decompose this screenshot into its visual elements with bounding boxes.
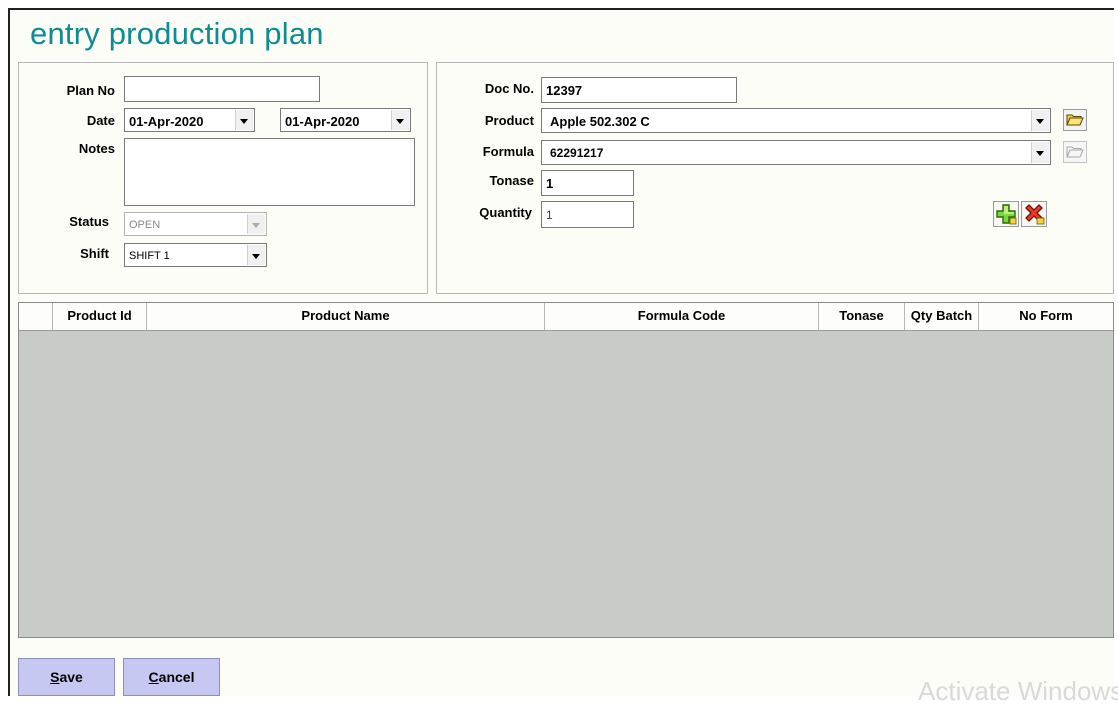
browse-product-button[interactable] [1063,109,1087,131]
doc-no-label: Doc No. [484,81,534,96]
grid-header-qty-batch[interactable]: Qty Batch [905,303,979,330]
shift-label: Shift [80,246,109,261]
formula-select[interactable]: 62291217 [541,140,1051,165]
formula-value: 62291217 [550,146,604,160]
cancel-mnemonic: C [148,669,159,685]
chevron-down-icon [247,214,265,234]
folder-icon [1066,146,1084,158]
save-label-rest: ave [59,669,83,685]
date-to-value: 01-Apr-2020 [285,114,360,129]
delete-row-icon [1025,204,1045,225]
cancel-button[interactable]: Cancel [123,658,220,696]
page-title: entry production plan [30,16,324,51]
notes-input[interactable] [124,138,415,206]
grid-header-selector[interactable] [19,303,53,330]
doc-no-input[interactable] [541,77,737,103]
grid-header-no-form[interactable]: No Form [979,303,1113,330]
date-to-picker[interactable]: 01-Apr-2020 [280,108,411,132]
plan-no-input[interactable] [124,76,320,102]
notes-label: Notes [78,141,115,156]
add-row-button[interactable] [993,201,1019,227]
product-value: Apple 502.302 C [550,114,650,129]
shift-value: SHIFT 1 [129,250,170,262]
plan-detail-grid[interactable]: Product Id Product Name Formula Code Ton… [18,302,1114,638]
header-panel-right: Doc No. Product Apple 502.302 C Formula … [436,62,1114,294]
chevron-down-icon[interactable] [1031,142,1049,163]
cancel-label-rest: ancel [158,669,195,685]
add-row-icon [996,204,1017,225]
delete-row-button[interactable] [1021,201,1047,227]
save-button[interactable]: Save [18,658,115,696]
chevron-down-icon[interactable] [247,245,265,265]
shift-select[interactable]: SHIFT 1 [124,243,267,267]
chevron-down-icon[interactable] [391,110,409,130]
browse-formula-button [1063,141,1087,163]
plan-no-label: Plan No [66,83,115,98]
grid-header: Product Id Product Name Formula Code Ton… [19,303,1113,331]
save-mnemonic: S [50,669,60,685]
activation-watermark: Activate Windows [918,676,1118,706]
status-select: OPEN [124,212,267,236]
tonase-label: Tonase [489,173,534,188]
grid-header-product-id[interactable]: Product Id [53,303,147,330]
tonase-input[interactable] [541,170,634,196]
grid-header-formula-code[interactable]: Formula Code [545,303,819,330]
grid-header-product-name[interactable]: Product Name [147,303,545,330]
date-from-value: 01-Apr-2020 [129,114,204,129]
date-from-picker[interactable]: 01-Apr-2020 [124,108,255,132]
status-value: OPEN [129,219,161,231]
product-select[interactable]: Apple 502.302 C [541,108,1051,133]
chevron-down-icon[interactable] [235,110,253,130]
date-label: Date [86,113,115,128]
product-label: Product [484,113,534,128]
form-window: entry production plan Plan No Date 01-Ap… [8,8,1114,696]
formula-label: Formula [482,144,534,159]
chevron-down-icon[interactable] [1031,110,1049,131]
quantity-label: Quantity [479,205,532,220]
grid-header-tonase[interactable]: Tonase [819,303,905,330]
status-label: Status [69,214,109,229]
header-panel-left: Plan No Date 01-Apr-2020 01-Apr-2020 Not… [18,62,428,294]
quantity-input[interactable] [541,201,634,228]
folder-open-icon [1066,114,1084,126]
